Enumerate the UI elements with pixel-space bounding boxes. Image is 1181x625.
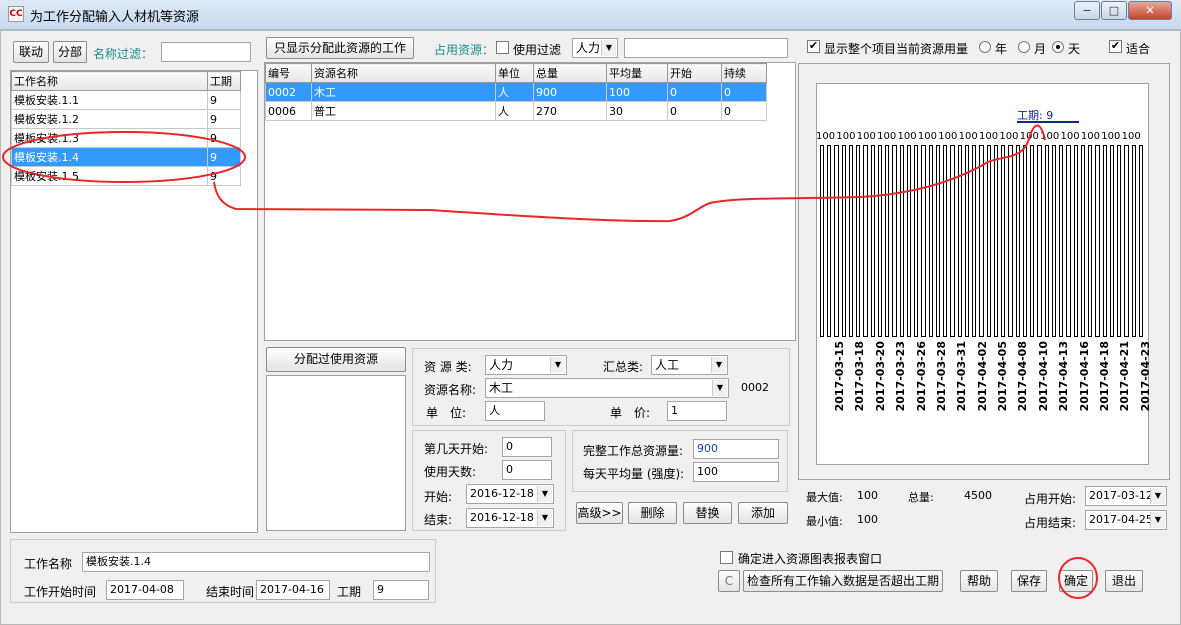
red-connector-line (213, 124, 1046, 223)
red-circle-selected-row (2, 131, 246, 183)
red-circle-ok-button (1058, 557, 1098, 599)
red-annotation-overlay (2, 124, 1098, 599)
